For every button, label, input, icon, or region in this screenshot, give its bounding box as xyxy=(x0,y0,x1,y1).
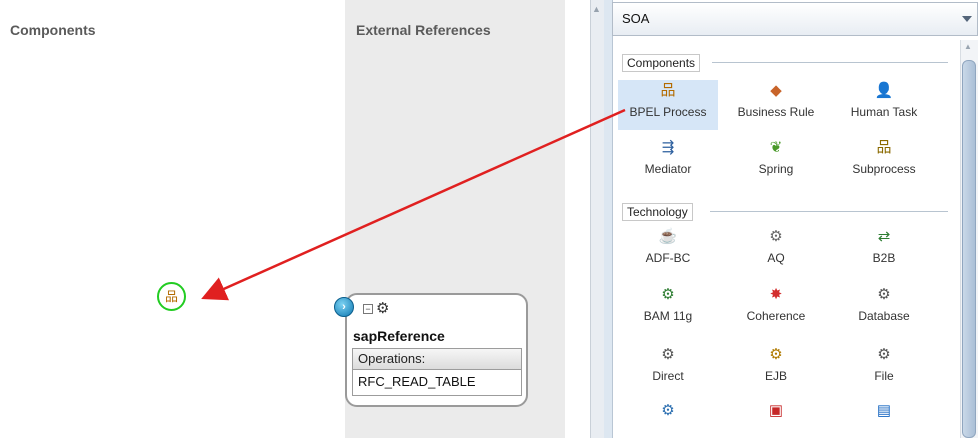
palette-item-spring[interactable]: ❦ Spring xyxy=(726,137,826,187)
section-label-technology: Technology xyxy=(622,203,693,221)
section-divider xyxy=(712,62,948,63)
scroll-up-arrow-icon[interactable]: ▲ xyxy=(592,4,601,14)
subprocess-icon: 品 xyxy=(876,139,892,156)
editor-vertical-scrollbar[interactable] xyxy=(590,0,604,438)
palette-scroll-thumb[interactable] xyxy=(962,60,976,438)
direct-icon: ⚙ xyxy=(661,346,675,363)
palette-item-label: EJB xyxy=(764,369,787,383)
section-label-components: Components xyxy=(622,54,701,72)
b2b-icon: ⇄ xyxy=(877,228,891,245)
palette-item-label: AQ xyxy=(767,251,785,265)
adf-bc-icon: ☕ xyxy=(658,228,678,245)
spring-icon: ❦ xyxy=(769,139,783,156)
components-pane[interactable] xyxy=(0,0,345,438)
palette-item-label: Business Rule xyxy=(737,105,815,119)
service-chevron-icon[interactable]: › xyxy=(334,297,354,317)
palette-item-bam-11g[interactable]: ⚙ BAM 11g xyxy=(618,284,718,334)
palette-item-label: Coherence xyxy=(746,309,806,323)
palette-scroll-up-icon[interactable]: ▲ xyxy=(964,42,972,51)
bam-11g-icon: ⚙ xyxy=(661,286,675,303)
palette-item-b2b[interactable]: ⇄ B2B xyxy=(834,226,934,276)
palette-item-label: Spring xyxy=(758,162,794,176)
palette-item-database[interactable]: ⚙ Database xyxy=(834,284,934,334)
palette-item-label: B2B xyxy=(872,251,896,265)
external-references-title: External References xyxy=(356,22,491,38)
dropped-bpel-process-icon[interactable]: 品 xyxy=(157,282,186,311)
palette-item-coherence[interactable]: ✸ Coherence xyxy=(726,284,826,334)
pane-splitter xyxy=(565,0,590,438)
palette-item-label: File xyxy=(874,369,894,383)
human-task-icon: 👤 xyxy=(874,82,894,99)
palette-item-label: BPEL Process xyxy=(629,105,707,119)
bpel-process-icon: 品 xyxy=(164,289,178,304)
chevron-down-icon[interactable] xyxy=(962,16,972,22)
palette-item-label: BAM 11g xyxy=(643,309,693,323)
palette-page-select[interactable]: SOA xyxy=(612,2,978,36)
components-pane-title: Components xyxy=(10,22,96,38)
collapse-icon[interactable]: − xyxy=(363,304,373,314)
palette-item-direct[interactable]: ⚙ Direct xyxy=(618,344,718,394)
section-divider xyxy=(710,211,948,212)
file-icon: ⚙ xyxy=(877,346,891,363)
palette-item-ejb[interactable]: ⚙ EJB xyxy=(726,344,826,394)
operation-row[interactable]: RFC_READ_TABLE xyxy=(353,370,521,395)
palette-item-bpel-process[interactable]: 品 BPEL Process xyxy=(618,80,718,130)
palette-item-label: Database xyxy=(858,309,910,323)
aq-icon: ⚙ xyxy=(769,228,783,245)
palette-item-file[interactable]: ⚙ File xyxy=(834,344,934,394)
palette-item-mediator[interactable]: ⇶ Mediator xyxy=(618,137,718,187)
palette-item-adf-bc[interactable]: ☕ ADF-BC xyxy=(618,226,718,276)
palette-item-label: Direct xyxy=(652,369,684,383)
palette-item-ftp[interactable]: ⚙ xyxy=(618,400,718,434)
palette-item-label: Subprocess xyxy=(852,162,916,176)
sap-reference-name: sapReference xyxy=(353,328,445,344)
http-icon: ▣ xyxy=(768,402,784,419)
adapter-plug-icon: ⚙ xyxy=(376,300,390,317)
ftp-icon: ⚙ xyxy=(661,402,675,419)
palette-item-label: Human Task xyxy=(850,105,918,119)
palette-item-jca[interactable]: ▤ xyxy=(834,400,934,434)
palette-item-label: Mediator xyxy=(644,162,692,176)
palette-item-aq[interactable]: ⚙ AQ xyxy=(726,226,826,276)
operations-header: Operations: xyxy=(353,349,521,370)
database-icon: ⚙ xyxy=(877,286,891,303)
palette-item-business-rule[interactable]: ◆ Business Rule xyxy=(726,80,826,130)
palette-item-human-task[interactable]: 👤 Human Task xyxy=(834,80,934,130)
palette-item-subprocess[interactable]: 品 Subprocess xyxy=(834,137,934,187)
palette-item-http[interactable]: ▣ xyxy=(726,400,826,434)
coherence-icon: ✸ xyxy=(769,286,783,303)
mediator-icon: ⇶ xyxy=(661,139,675,156)
bpel-process-icon: 品 xyxy=(660,82,676,99)
ejb-icon: ⚙ xyxy=(769,346,783,363)
palette-item-label: ADF-BC xyxy=(645,251,691,265)
jca-icon: ▤ xyxy=(876,402,892,419)
business-rule-icon: ◆ xyxy=(770,82,782,99)
